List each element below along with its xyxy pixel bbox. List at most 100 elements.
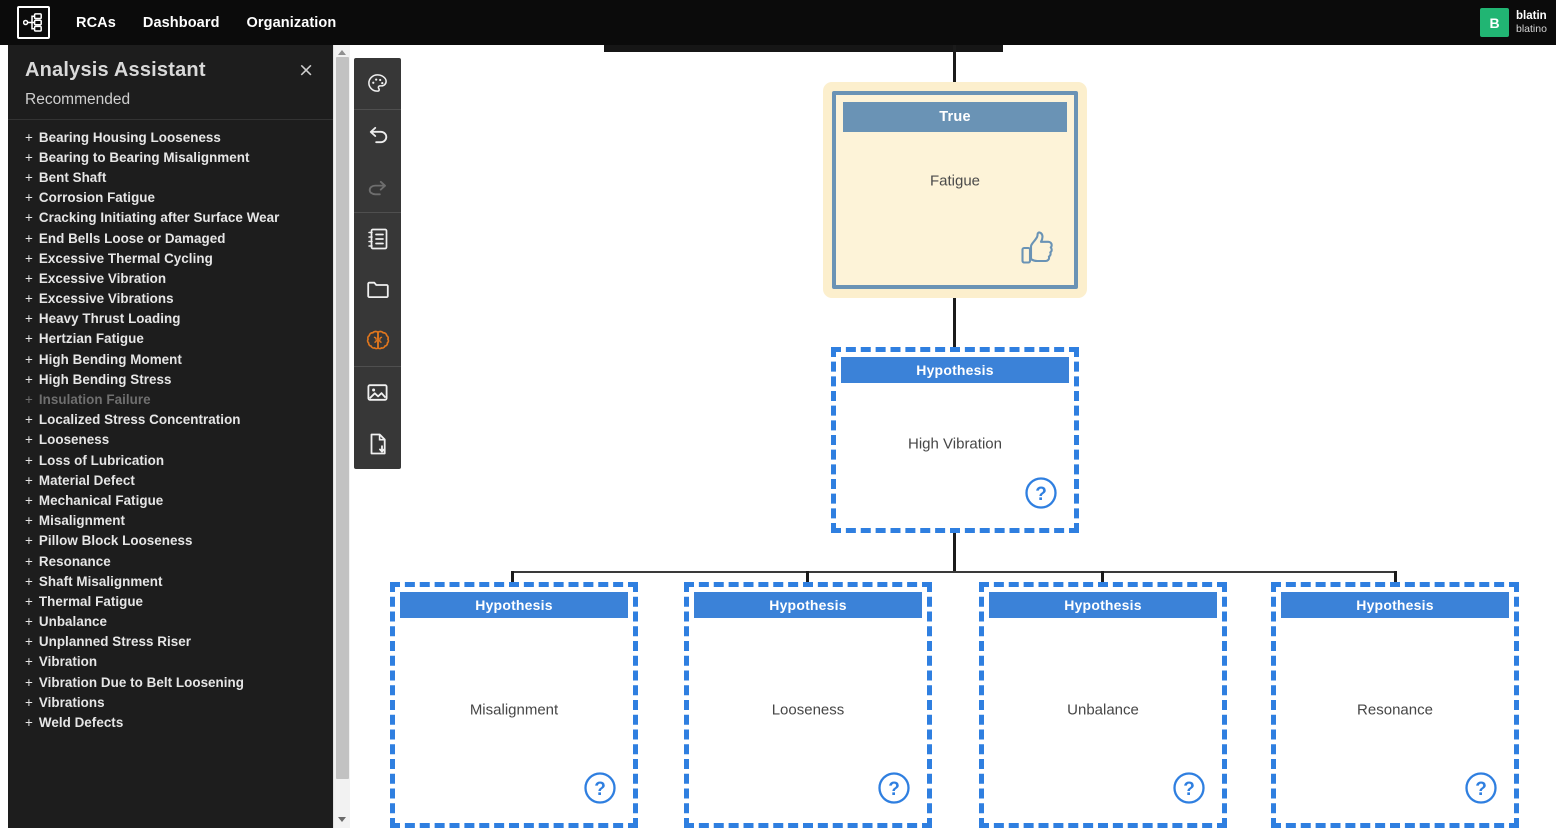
recommended-item[interactable]: + Material Defect	[8, 470, 333, 490]
scroll-up-icon[interactable]	[338, 50, 346, 55]
nav-link-dashboard[interactable]: Dashboard	[143, 15, 220, 31]
recommended-item-label: High Bending Moment	[38, 351, 182, 367]
recommended-item[interactable]: + Misalignment	[8, 511, 333, 531]
recommended-item-label: End Bells Loose or Damaged	[38, 230, 226, 246]
recommended-item-label: Localized Stress Concentration	[38, 412, 241, 428]
node-header: Hypothesis	[400, 592, 628, 618]
recommended-item[interactable]: + Excessive Vibrations	[8, 289, 333, 309]
recommended-item[interactable]: + Bearing Housing Looseness	[8, 127, 333, 147]
question-circle-icon[interactable]: ?	[583, 771, 617, 810]
node-body-text: Resonance	[1357, 701, 1433, 719]
add-icon: +	[25, 250, 33, 266]
recommended-item[interactable]: + Vibrations	[8, 692, 333, 712]
recommended-item[interactable]: + Excessive Thermal Cycling	[8, 248, 333, 268]
recommended-item[interactable]: + High Bending Stress	[8, 369, 333, 389]
file-download-icon[interactable]	[354, 418, 401, 469]
recommended-item-label: Cracking Initiating after Surface Wear	[38, 210, 280, 226]
add-icon: +	[25, 190, 33, 206]
recommended-item[interactable]: + Corrosion Fatigue	[8, 188, 333, 208]
recommended-item[interactable]: + Resonance	[8, 551, 333, 571]
node-body-text: Misalignment	[469, 701, 559, 719]
add-icon: +	[25, 230, 33, 246]
nav-link-organization[interactable]: Organization	[247, 15, 337, 31]
recommended-item[interactable]: + High Bending Moment	[8, 349, 333, 369]
rca-tree-canvas[interactable]: True Fatigue Hypothesis High Vibration ?	[350, 45, 1556, 828]
close-icon[interactable]: ×	[295, 61, 317, 80]
node-hypothesis-high-vibration[interactable]: Hypothesis High Vibration ?	[831, 347, 1079, 533]
brain-icon[interactable]	[354, 315, 401, 366]
scrollbar-thumb[interactable]	[336, 57, 349, 779]
add-icon: +	[25, 351, 33, 367]
scroll-down-icon[interactable]	[338, 817, 346, 822]
recommended-item[interactable]: + Vibration Due to Belt Loosening	[8, 672, 333, 692]
add-icon: +	[25, 654, 33, 670]
node-header: Hypothesis	[841, 357, 1069, 383]
add-icon: +	[25, 331, 33, 347]
panel-header: Analysis Assistant ×	[8, 45, 333, 91]
thumbs-up-icon[interactable]	[1018, 230, 1058, 273]
recommended-item[interactable]: + Localized Stress Concentration	[8, 410, 333, 430]
node-true-fatigue[interactable]: True Fatigue	[823, 82, 1087, 298]
add-icon: +	[25, 715, 33, 731]
recommended-item-label: Pillow Block Looseness	[38, 533, 193, 549]
node-hypothesis-unbalance[interactable]: Hypothesis Unbalance ?	[979, 582, 1227, 828]
add-icon: +	[25, 492, 33, 508]
connector-bus	[512, 571, 1396, 573]
folder-icon[interactable]	[354, 264, 401, 315]
recommended-item[interactable]: + Bent Shaft	[8, 167, 333, 187]
add-icon: +	[25, 311, 33, 327]
recommended-item[interactable]: + Pillow Block Looseness	[8, 531, 333, 551]
recommended-item[interactable]: + Looseness	[8, 430, 333, 450]
add-icon: +	[25, 472, 33, 488]
node-hypothesis-misalignment[interactable]: Hypothesis Misalignment ?	[390, 582, 638, 828]
recommended-item-label: Hertzian Fatigue	[38, 331, 144, 347]
palette-icon[interactable]	[354, 58, 401, 109]
recommended-item[interactable]: + Shaft Misalignment	[8, 571, 333, 591]
panel-scrollbar[interactable]	[333, 45, 350, 828]
recommended-item[interactable]: + Loss of Lubrication	[8, 450, 333, 470]
add-icon: +	[25, 392, 33, 408]
recommended-item[interactable]: + Thermal Fatigue	[8, 591, 333, 611]
recommended-item: + Insulation Failure	[8, 389, 333, 409]
connector-root-child	[953, 297, 956, 347]
recommended-item[interactable]: + Excessive Vibration	[8, 268, 333, 288]
add-icon: +	[25, 573, 33, 589]
question-circle-icon[interactable]: ?	[877, 771, 911, 810]
node-hypothesis-resonance[interactable]: Hypothesis Resonance ?	[1271, 582, 1519, 828]
rca-tree-logo-icon[interactable]	[17, 6, 50, 39]
recommended-item[interactable]: + Weld Defects	[8, 712, 333, 732]
recommended-item-label: Vibration Due to Belt Loosening	[38, 674, 245, 690]
recommended-item[interactable]: + Unplanned Stress Riser	[8, 632, 333, 652]
recommended-item[interactable]: + Unbalance	[8, 612, 333, 632]
recommended-item-label: Excessive Thermal Cycling	[38, 250, 213, 266]
question-circle-icon[interactable]: ?	[1464, 771, 1498, 810]
svg-text:?: ?	[1183, 779, 1195, 800]
add-icon: +	[25, 553, 33, 569]
recommended-item-label: Shaft Misalignment	[38, 573, 163, 589]
node-body-text: Fatigue	[929, 172, 981, 189]
connector-child-bus	[953, 533, 956, 573]
user-menu[interactable]: B blatin blatino	[1480, 0, 1556, 45]
recommended-item[interactable]: + Vibration	[8, 652, 333, 672]
image-icon[interactable]	[354, 367, 401, 418]
undo-icon[interactable]	[354, 110, 401, 161]
recommended-item-label: Misalignment	[38, 513, 126, 529]
recommended-item[interactable]: + End Bells Loose or Damaged	[8, 228, 333, 248]
recommended-item[interactable]: + Hertzian Fatigue	[8, 329, 333, 349]
top-navbar: RCAs Dashboard Organization B blatin bla…	[0, 0, 1556, 45]
recommended-item[interactable]: + Bearing to Bearing Misalignment	[8, 147, 333, 167]
recommended-item[interactable]: + Cracking Initiating after Surface Wear	[8, 208, 333, 228]
nav-link-rcas[interactable]: RCAs	[76, 15, 116, 31]
recommended-item[interactable]: + Mechanical Fatigue	[8, 490, 333, 510]
question-circle-icon[interactable]: ?	[1172, 771, 1206, 810]
node-body-text: Looseness	[771, 701, 845, 719]
add-icon: +	[25, 614, 33, 630]
recommended-item-label: Heavy Thrust Loading	[38, 311, 181, 327]
node-hypothesis-looseness[interactable]: Hypothesis Looseness ?	[684, 582, 932, 828]
notebook-icon[interactable]	[354, 213, 401, 264]
recommended-item[interactable]: + Heavy Thrust Loading	[8, 309, 333, 329]
add-icon: +	[25, 270, 33, 286]
node-header: Hypothesis	[694, 592, 922, 618]
question-circle-icon[interactable]: ?	[1024, 476, 1058, 515]
primary-nav: RCAs Dashboard Organization	[76, 15, 336, 31]
